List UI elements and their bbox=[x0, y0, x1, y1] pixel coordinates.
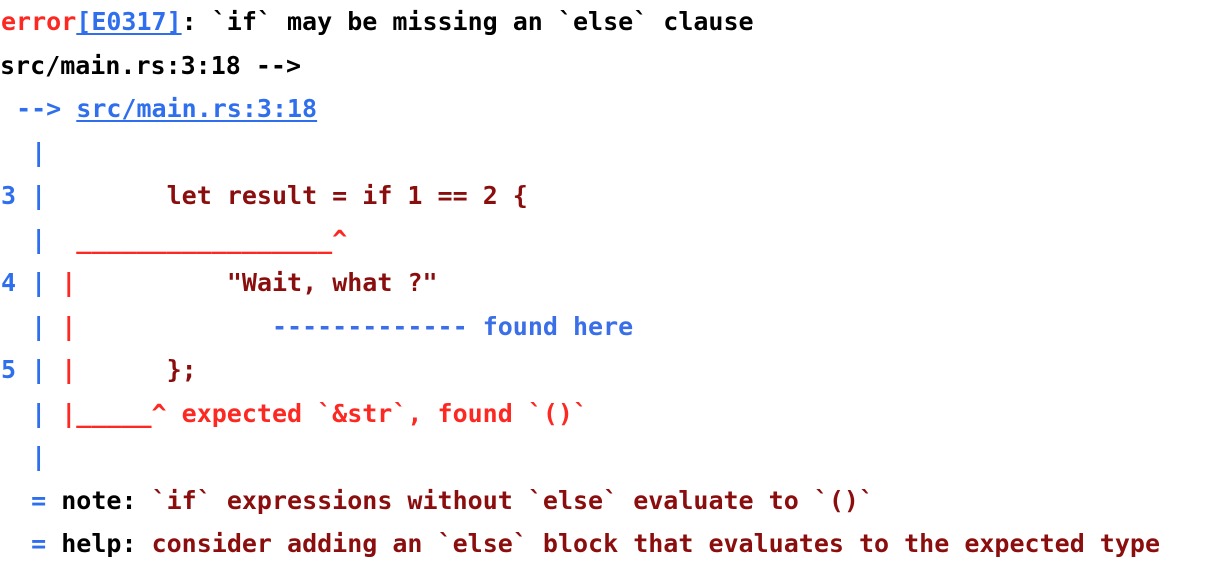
help-line: = help: consider adding an `else` block … bbox=[0, 522, 1218, 566]
gutter-pipe: | bbox=[31, 137, 47, 167]
note-label: note: bbox=[61, 485, 137, 515]
compiler-diagnostic-output: error[E0317]: `if` may be missing an `el… bbox=[0, 0, 1218, 558]
lineno-gap bbox=[16, 181, 31, 210]
source-code-text: }; bbox=[136, 355, 197, 384]
snippet-line-4: 4 | | "Wait, what ?" bbox=[0, 261, 1218, 305]
code-gap bbox=[76, 355, 136, 384]
expected-found-message: |_____^ expected `&str`, found `()` bbox=[61, 398, 589, 428]
gutter-pipe: | bbox=[31, 398, 47, 428]
gutter-blank-line-1: | bbox=[0, 131, 1218, 175]
source-location-line: --> src/main.rs:3:18 bbox=[0, 87, 1218, 131]
error-code-link[interactable]: [E0317] bbox=[76, 7, 181, 36]
footnote-gap bbox=[46, 529, 61, 558]
line-number: 4 bbox=[1, 268, 17, 297]
gutter-blank-line-2: | bbox=[0, 435, 1218, 479]
note-text: `if` expressions without `else` evaluate… bbox=[151, 485, 875, 515]
snippet-line-3: 3 | let result = if 1 == 2 { bbox=[0, 174, 1218, 218]
gutter-indent bbox=[1, 225, 31, 254]
header-message: `if` may be missing an `else` clause bbox=[211, 7, 754, 36]
note-line: = note: `if` expressions without `else` … bbox=[0, 479, 1218, 523]
gutter-pipe: | bbox=[31, 442, 47, 471]
source-code-text: let result = if 1 == 2 { bbox=[106, 181, 528, 210]
multiline-span-marker: | bbox=[61, 311, 77, 341]
gutter-pipe: | bbox=[31, 224, 47, 254]
line-number: 3 bbox=[1, 181, 17, 210]
gutter-indent bbox=[1, 442, 31, 471]
footnote-bullet: = bbox=[31, 485, 47, 515]
location-arrow-icon: --> bbox=[16, 94, 62, 123]
found-here-label: found here bbox=[482, 311, 634, 341]
caret-underline-marker: _________________^ bbox=[46, 224, 348, 254]
help-gap bbox=[137, 529, 152, 558]
footnote-indent bbox=[1, 529, 31, 558]
caret-underline-line: | _________________^ bbox=[0, 218, 1218, 262]
footnote-indent bbox=[1, 486, 31, 515]
label-gap bbox=[468, 312, 483, 341]
line-number: 5 bbox=[1, 355, 17, 384]
gutter-pipe: | bbox=[31, 268, 47, 297]
source-code-text: "Wait, what ?" bbox=[136, 268, 438, 297]
found-here-dashes: ------------- bbox=[76, 311, 468, 341]
multiline-span-marker: | bbox=[61, 268, 77, 297]
lineno-gap bbox=[16, 355, 31, 384]
gutter-indent bbox=[1, 399, 31, 428]
header-separator: : bbox=[181, 7, 212, 36]
diagnostic-header-line: error[E0317]: `if` may be missing an `el… bbox=[0, 0, 1218, 44]
help-text: consider adding an `else` block that eva… bbox=[151, 529, 1160, 558]
gutter-pipe: | bbox=[31, 355, 47, 384]
found-here-annotation-line: | | ------------- found here bbox=[0, 305, 1218, 349]
span-gap bbox=[46, 268, 61, 297]
help-label: help: bbox=[61, 529, 137, 558]
severity-label: error bbox=[1, 7, 77, 36]
footnote-gap bbox=[46, 486, 61, 515]
code-gap bbox=[46, 181, 106, 210]
span-gap bbox=[46, 312, 61, 341]
multiline-span-marker: | bbox=[61, 355, 77, 384]
footnote-bullet: = bbox=[31, 529, 47, 558]
span-close-annotation-line: | |_____^ expected `&str`, found `()` bbox=[0, 392, 1218, 436]
source-path-link[interactable]: src/main.rs:3:18 bbox=[76, 94, 317, 123]
note-gap bbox=[137, 486, 152, 515]
code-gap bbox=[76, 268, 136, 297]
gutter-indent bbox=[1, 138, 31, 167]
gutter-pipe: | bbox=[31, 181, 47, 210]
gutter-pipe: | bbox=[31, 311, 47, 341]
snippet-line-5: 5 | | }; bbox=[0, 348, 1218, 392]
lineno-gap bbox=[16, 268, 31, 297]
span-gap bbox=[46, 355, 61, 384]
location-gap bbox=[61, 94, 76, 123]
span-gap bbox=[46, 399, 61, 428]
gutter-indent bbox=[1, 312, 31, 341]
